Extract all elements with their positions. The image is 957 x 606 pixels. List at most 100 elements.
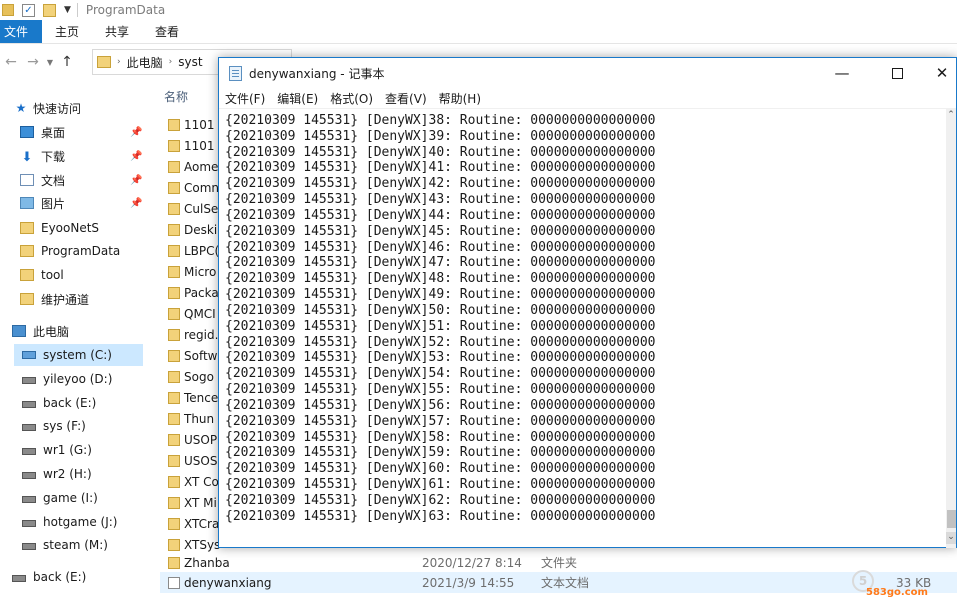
pin-icon[interactable]: 📌 (130, 198, 142, 209)
text-line: {20210309 145531} [DenyWX]45: Routine: 0… (225, 224, 656, 239)
notepad-window: denywanxiang - 记事本 — ✕ 文件(F) 编辑(E) 格式(O)… (218, 57, 957, 548)
breadcrumb-separator-icon[interactable]: › (117, 57, 121, 67)
notepad-text-area[interactable]: {20210309 145531} [DenyWX]38: Routine: 0… (219, 108, 947, 544)
menu-view[interactable]: 查看(V) (379, 90, 433, 107)
new-folder-icon[interactable] (43, 3, 56, 17)
sidebar-item-drive-d[interactable]: yileyoo (D:) (22, 368, 168, 390)
folder-icon (168, 517, 180, 530)
watermark-text: 583go.com (866, 587, 928, 598)
sidebar-item-network-drive-e[interactable]: back (E:) (12, 566, 158, 588)
sidebar-item-drive-i[interactable]: game (I:) (22, 487, 168, 509)
folder-icon (168, 307, 180, 320)
file-name: Micro (184, 264, 217, 279)
sidebar-item-label: 快速访问 (33, 101, 82, 116)
sidebar-item-tool[interactable]: tool (20, 264, 166, 286)
scrollbar-thumb[interactable] (947, 510, 956, 528)
folder-icon (168, 118, 180, 131)
sidebar-item-eyoonets[interactable]: EyooNetS (20, 217, 166, 239)
file-name: USOS (184, 453, 218, 468)
menu-help[interactable]: 帮助(H) (433, 90, 487, 107)
sidebar-item-label: yileyoo (D:) (43, 372, 113, 386)
tab-share[interactable]: 共享 (92, 20, 142, 43)
pin-icon[interactable]: 📌 (130, 175, 142, 186)
text-line: {20210309 145531} [DenyWX]47: Routine: 0… (225, 255, 656, 270)
folder-icon (168, 202, 180, 215)
maximize-icon (891, 67, 903, 79)
minimize-button[interactable]: — (819, 58, 865, 88)
sidebar-item-drive-m[interactable]: steam (M:) (22, 534, 168, 556)
file-name: USOP (184, 432, 218, 447)
sidebar-item-downloads[interactable]: ⬇ 下载 📌 (20, 145, 166, 167)
file-type: 文本文档 (541, 576, 590, 590)
sidebar-item-quick-access[interactable]: ★ 快速访问 (14, 97, 160, 119)
sidebar-item-documents[interactable]: 文档 📌 (20, 169, 166, 191)
recent-locations-chevron-icon[interactable]: ▼ (44, 58, 56, 67)
ribbon-tabs: 文件 主页 共享 查看 (0, 20, 957, 44)
up-arrow-icon[interactable]: ↑ (56, 54, 78, 70)
folder-icon (168, 265, 180, 278)
sidebar-item-pictures[interactable]: 图片 📌 (20, 192, 166, 214)
notepad-title-bar[interactable]: denywanxiang - 记事本 — ✕ (219, 58, 956, 88)
folder-icon (168, 538, 180, 551)
drive-icon (12, 575, 26, 582)
file-name: XT Mi (184, 495, 217, 510)
text-line: {20210309 145531} [DenyWX]60: Routine: 0… (225, 461, 656, 476)
tab-view[interactable]: 查看 (142, 20, 192, 43)
text-line: {20210309 145531} [DenyWX]48: Routine: 0… (225, 271, 656, 286)
text-line: {20210309 145531} [DenyWX]58: Routine: 0… (225, 430, 656, 445)
sidebar-item-desktop[interactable]: 桌面 📌 (20, 121, 166, 143)
file-name: XTCra (184, 516, 220, 531)
list-item-selected[interactable]: denywanxiang 2021/3/9 14:55 文本文档 33 KB (160, 572, 957, 593)
close-button[interactable]: ✕ (919, 58, 957, 88)
menu-file[interactable]: 文件(F) (219, 90, 271, 107)
column-header-name[interactable]: 名称 (164, 88, 188, 105)
sidebar-item-this-pc[interactable]: 此电脑 (12, 320, 158, 342)
text-line: {20210309 145531} [DenyWX]59: Routine: 0… (225, 445, 656, 460)
breadcrumb-system-drive[interactable]: syst (178, 55, 202, 69)
sidebar-item-drive-e[interactable]: back (E:) (22, 392, 168, 414)
sidebar-item-label: steam (M:) (43, 538, 108, 552)
folder-icon (20, 222, 34, 234)
menu-edit[interactable]: 编辑(E) (271, 90, 324, 107)
vertical-scrollbar[interactable]: ⌃ ⌄ (946, 108, 956, 548)
scroll-down-arrow-icon[interactable]: ⌄ (946, 532, 956, 544)
list-item[interactable]: Zhanba 2020/12/27 8:14 文件夹 (160, 552, 957, 573)
pin-icon[interactable]: 📌 (130, 127, 142, 138)
file-name: QMCI (184, 306, 216, 321)
sidebar-item-drive-f[interactable]: sys (F:) (22, 415, 168, 437)
explorer-title-bar: ✓ ▼ ProgramData (0, 0, 957, 20)
maximize-button[interactable] (874, 58, 920, 88)
menu-format[interactable]: 格式(O) (324, 90, 379, 107)
sidebar-item-drive-h[interactable]: wr2 (H:) (22, 463, 168, 485)
text-line: {20210309 145531} [DenyWX]56: Routine: 0… (225, 398, 656, 413)
folder-icon (168, 286, 180, 299)
tab-file[interactable]: 文件 (0, 20, 43, 43)
sidebar-item-drive-j[interactable]: hotgame (J:) (22, 511, 168, 533)
scroll-up-arrow-icon[interactable]: ⌃ (946, 110, 956, 122)
text-line: {20210309 145531} [DenyWX]41: Routine: 0… (225, 160, 656, 175)
navigation-pane: ★ 快速访问 桌面 📌 ⬇ 下载 📌 文档 📌 图片 📌 EyooNetS Pr… (0, 92, 150, 606)
pin-icon[interactable]: 📌 (130, 151, 142, 162)
folder-icon (2, 4, 14, 16)
sidebar-item-label: 桌面 (41, 125, 66, 140)
folder-icon (168, 454, 180, 467)
folder-icon (168, 244, 180, 257)
breadcrumb-separator-icon[interactable]: › (169, 57, 173, 67)
properties-check-icon[interactable]: ✓ (22, 3, 35, 17)
sidebar-item-drive-g[interactable]: wr1 (G:) (22, 439, 168, 461)
sidebar-item-programdata[interactable]: ProgramData (20, 240, 166, 262)
tab-home[interactable]: 主页 (42, 20, 92, 43)
notepad-icon (229, 66, 242, 81)
back-arrow-icon[interactable]: ← (0, 54, 22, 70)
file-name: XTSys (184, 537, 221, 552)
folder-icon (168, 412, 180, 425)
breadcrumb-this-pc[interactable]: 此电脑 (127, 54, 163, 71)
text-file-icon (168, 576, 180, 589)
customize-toolbar-chevron-icon[interactable]: ▼ (64, 5, 71, 15)
text-line: {20210309 145531} [DenyWX]43: Routine: 0… (225, 192, 656, 207)
title-divider (76, 3, 78, 17)
sidebar-item-maintenance[interactable]: 维护通道 (20, 288, 166, 310)
forward-arrow-icon[interactable]: → (22, 54, 44, 70)
sidebar-item-drive-c[interactable]: system (C:) (14, 344, 143, 366)
folder-icon (97, 56, 111, 68)
